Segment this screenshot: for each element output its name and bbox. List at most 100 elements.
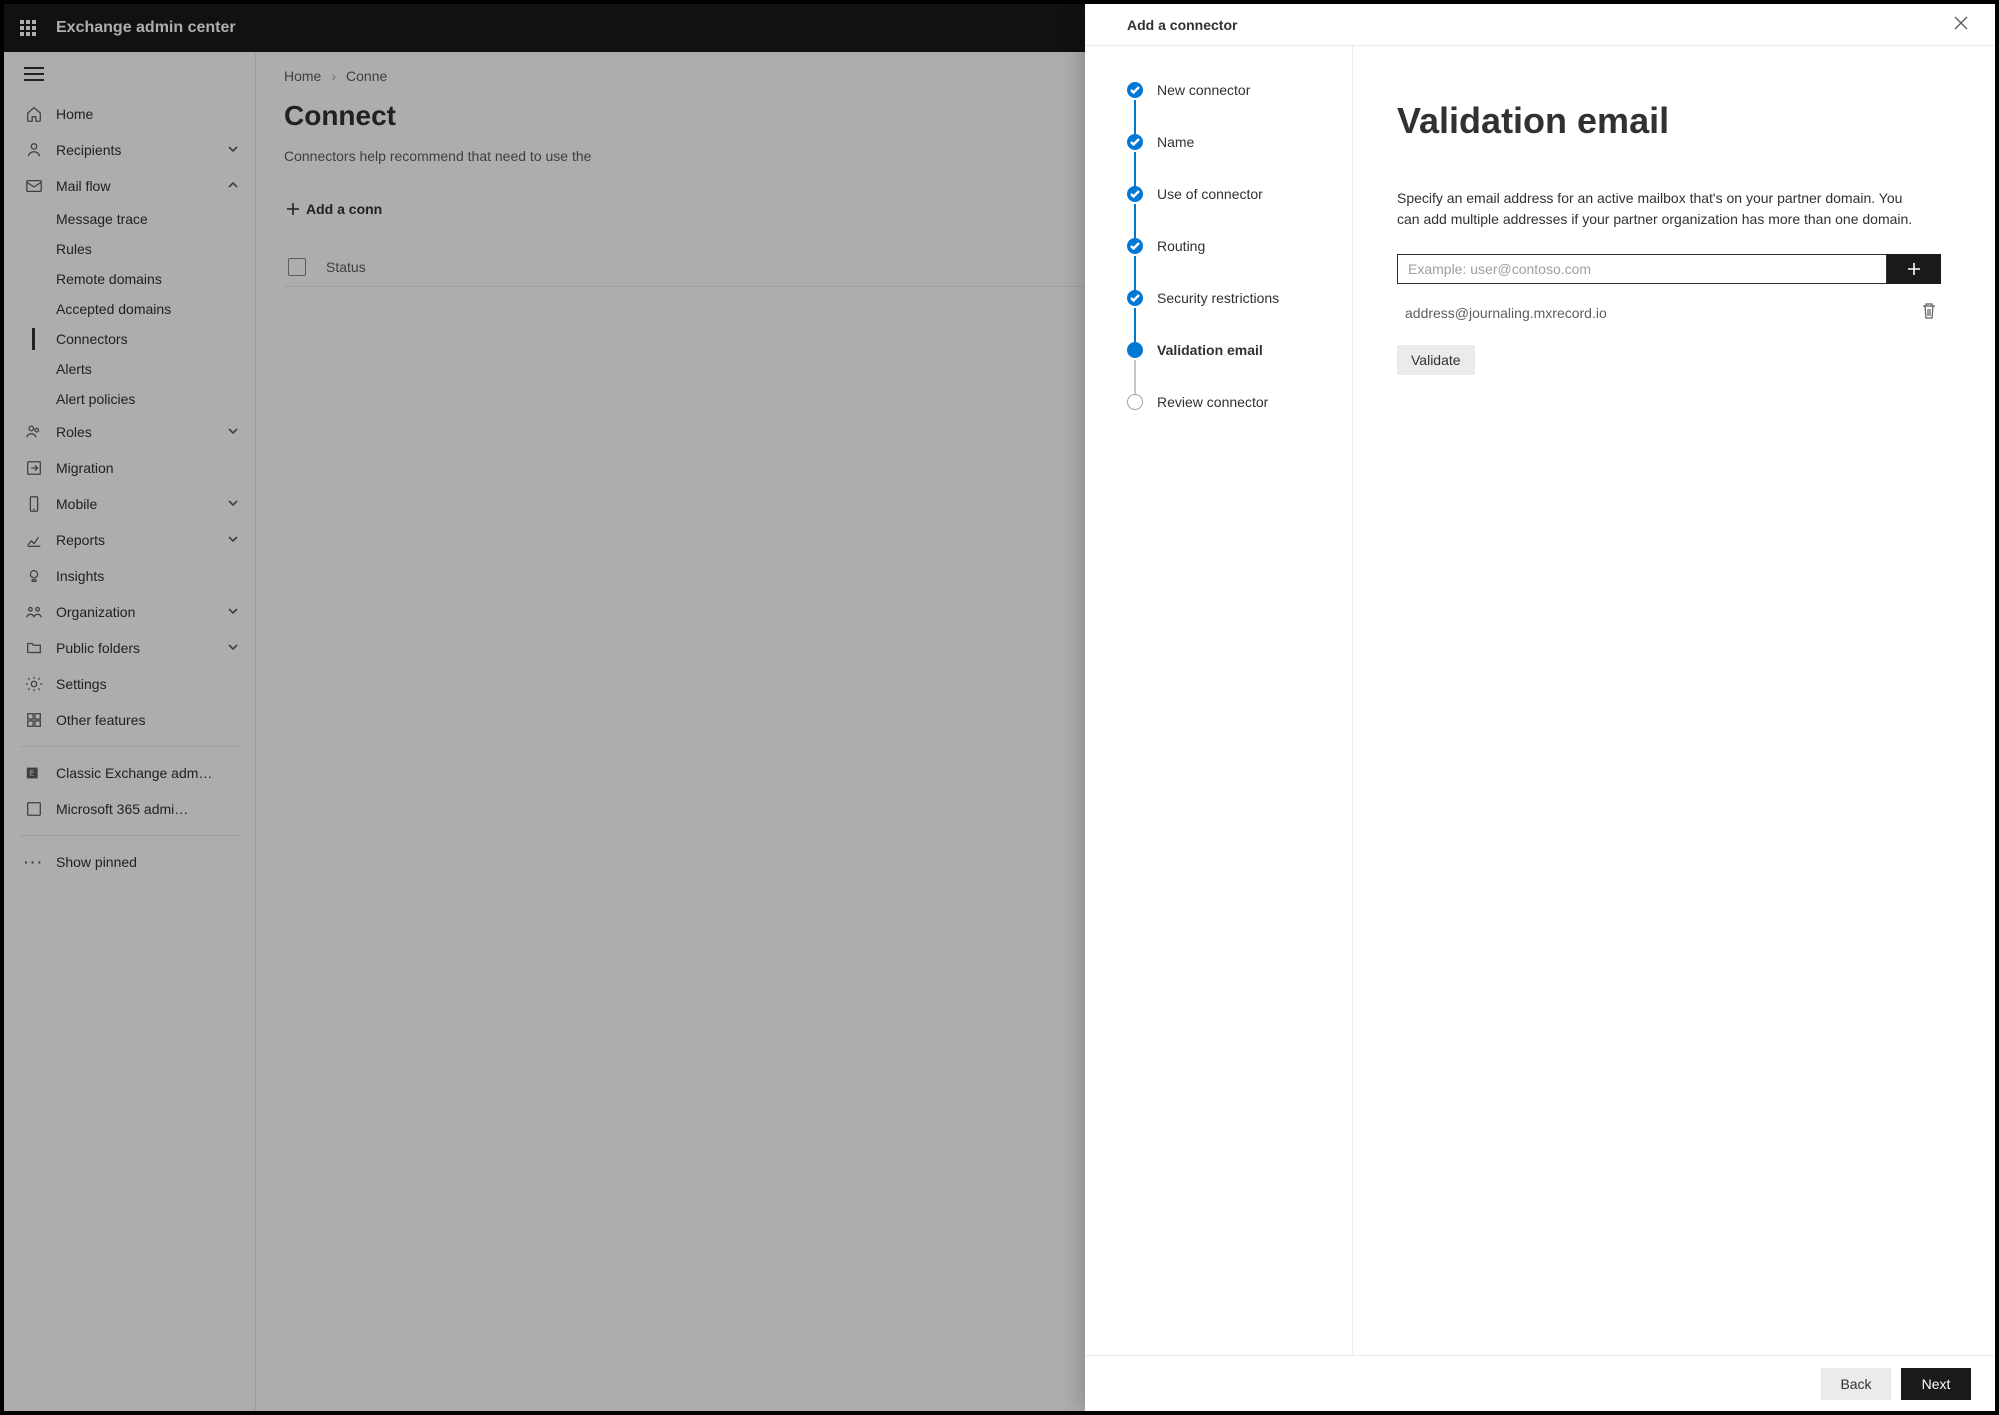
step-review-connector[interactable]: Review connector [1127, 394, 1332, 410]
add-email-button[interactable] [1887, 254, 1941, 284]
chevron-right-icon: › [331, 68, 336, 84]
step-label: Routing [1157, 238, 1205, 254]
sidebar-sublabel: Alert policies [56, 391, 135, 407]
column-status[interactable]: Status [326, 259, 366, 275]
trash-icon [1921, 302, 1937, 320]
sidebar-item-show-pinned[interactable]: ··· Show pinned [4, 844, 255, 880]
back-button[interactable]: Back [1821, 1368, 1891, 1400]
page-description: Connectors help recommend that need to u… [284, 146, 984, 167]
sidebar-item-organization[interactable]: Organization [4, 594, 255, 630]
migration-icon [24, 458, 44, 478]
chevron-up-icon [227, 178, 243, 194]
step-label: Name [1157, 134, 1194, 150]
app-launcher-button[interactable] [4, 4, 52, 52]
reports-icon [24, 530, 44, 550]
sidebar-item-remote-domains[interactable]: Remote domains [4, 264, 255, 294]
sidebar-item-roles[interactable]: Roles [4, 414, 255, 450]
sidebar-item-alert-policies[interactable]: Alert policies [4, 384, 255, 414]
sidebar-label: Reports [56, 532, 227, 548]
chevron-down-icon [227, 640, 243, 656]
breadcrumb-home[interactable]: Home [284, 68, 321, 84]
chevron-down-icon [227, 604, 243, 620]
home-icon [24, 104, 44, 124]
validation-email-input[interactable] [1397, 254, 1887, 284]
divider [20, 835, 239, 836]
plus-icon [1906, 261, 1922, 277]
organization-icon [24, 602, 44, 622]
sidebar-item-connectors[interactable]: Connectors [4, 324, 255, 354]
close-button[interactable] [1947, 9, 1975, 40]
sidebar-sublabel: Rules [56, 241, 92, 257]
roles-icon [24, 422, 44, 442]
sidebar-label: Classic Exchange adm… [56, 765, 243, 781]
delete-email-button[interactable] [1917, 298, 1941, 327]
validate-button[interactable]: Validate [1397, 345, 1475, 375]
step-routing[interactable]: Routing [1127, 238, 1332, 290]
step-security-restrictions[interactable]: Security restrictions [1127, 290, 1332, 342]
sidebar-item-settings[interactable]: Settings [4, 666, 255, 702]
check-icon [1127, 290, 1143, 306]
sidebar-item-mailflow[interactable]: Mail flow [4, 168, 255, 204]
step-new-connector[interactable]: New connector [1127, 82, 1332, 134]
add-connector-button[interactable]: Add a conn [284, 195, 384, 223]
step-label: Security restrictions [1157, 290, 1279, 306]
sidebar-item-other-features[interactable]: Other features [4, 702, 255, 738]
sidebar-label: Recipients [56, 142, 227, 158]
sidebar-item-classic-exchange[interactable]: E Classic Exchange adm… [4, 755, 255, 791]
step-label: Use of connector [1157, 186, 1263, 202]
next-button[interactable]: Next [1901, 1368, 1971, 1400]
sidebar-item-recipients[interactable]: Recipients [4, 132, 255, 168]
folders-icon [24, 638, 44, 658]
chevron-down-icon [227, 142, 243, 158]
app-title: Exchange admin center [56, 19, 236, 37]
content-description: Specify an email address for an active m… [1397, 188, 1917, 230]
sidebar-item-alerts[interactable]: Alerts [4, 354, 255, 384]
step-use-of-connector[interactable]: Use of connector [1127, 186, 1332, 238]
mail-icon [24, 176, 44, 196]
sidebar-label: Other features [56, 712, 243, 728]
email-chip-row: address@journaling.mxrecord.io [1405, 298, 1941, 327]
sidebar: Home Recipients Mail flow [4, 52, 256, 1411]
modal-content: Validation email Specify an email addres… [1353, 46, 1995, 1355]
plus-icon [286, 202, 300, 216]
exchange-icon: E [24, 763, 44, 783]
step-validation-email[interactable]: Validation email [1127, 342, 1332, 394]
sidebar-item-m365-admin[interactable]: Microsoft 365 admi… [4, 791, 255, 827]
nav-toggle-button[interactable] [24, 67, 44, 81]
sidebar-item-home[interactable]: Home [4, 96, 255, 132]
chevron-down-icon [227, 532, 243, 548]
chevron-down-icon [227, 424, 243, 440]
sidebar-label: Insights [56, 568, 243, 584]
sidebar-label: Migration [56, 460, 243, 476]
sidebar-item-mobile[interactable]: Mobile [4, 486, 255, 522]
step-name[interactable]: Name [1127, 134, 1332, 186]
sidebar-label: Roles [56, 424, 227, 440]
select-all-checkbox[interactable] [288, 258, 306, 276]
waffle-icon [20, 20, 36, 36]
m365-icon [24, 799, 44, 819]
step-label: Validation email [1157, 342, 1263, 358]
sidebar-label: Settings [56, 676, 243, 692]
sidebar-label: Organization [56, 604, 227, 620]
sidebar-item-message-trace[interactable]: Message trace [4, 204, 255, 234]
sidebar-item-reports[interactable]: Reports [4, 522, 255, 558]
check-icon [1127, 134, 1143, 150]
check-icon [1127, 186, 1143, 202]
sidebar-item-rules[interactable]: Rules [4, 234, 255, 264]
svg-text:E: E [30, 769, 35, 778]
gear-icon [24, 674, 44, 694]
add-connector-modal: Add a connector New connector Name Use o… [1085, 4, 1995, 1411]
sidebar-item-migration[interactable]: Migration [4, 450, 255, 486]
close-icon [1953, 15, 1969, 31]
email-chip: address@journaling.mxrecord.io [1405, 305, 1917, 321]
sidebar-item-accepted-domains[interactable]: Accepted domains [4, 294, 255, 324]
sidebar-sublabel: Accepted domains [56, 301, 171, 317]
wizard-steps: New connector Name Use of connector Rout… [1085, 46, 1353, 1355]
check-icon [1127, 82, 1143, 98]
step-label: Review connector [1157, 394, 1268, 410]
pending-step-icon [1127, 394, 1143, 410]
sidebar-label: Show pinned [56, 854, 243, 870]
sidebar-item-public-folders[interactable]: Public folders [4, 630, 255, 666]
sidebar-item-insights[interactable]: Insights [4, 558, 255, 594]
divider [20, 746, 239, 747]
